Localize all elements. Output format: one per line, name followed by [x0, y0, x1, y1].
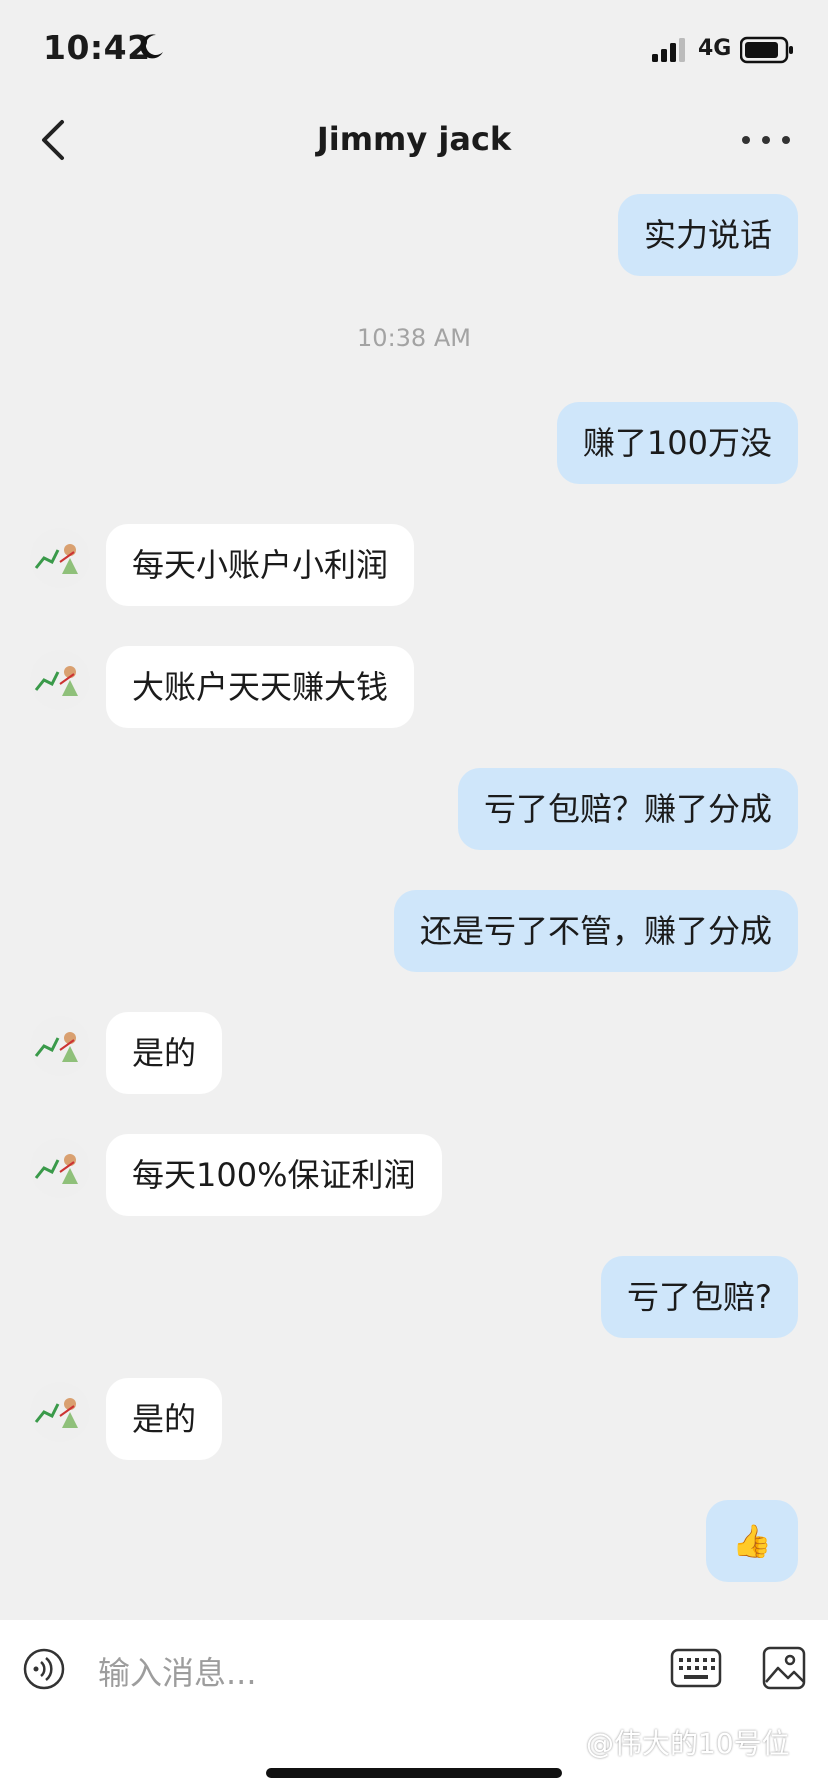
- avatar[interactable]: [30, 1138, 90, 1198]
- home-indicator: [266, 1768, 562, 1778]
- voice-icon[interactable]: [22, 1647, 66, 1691]
- message-input-bar: 输入消息... @伟大的10号位: [0, 1620, 828, 1792]
- watermark: @伟大的10号位: [586, 1727, 790, 1760]
- message-list[interactable]: 实力说话 10:38 AM 赚了100万没 每天小账户小利润 大账户天天赚大钱 …: [0, 180, 828, 1620]
- incoming-message-bubble[interactable]: 是的: [106, 1012, 223, 1094]
- network-type: 4G: [698, 36, 732, 61]
- status-time: 10:42: [43, 28, 151, 67]
- more-dots-icon[interactable]: [740, 128, 792, 152]
- message-input[interactable]: 输入消息...: [98, 1648, 257, 1694]
- outgoing-message-bubble[interactable]: 亏了包赔？赚了分成: [457, 768, 798, 850]
- outgoing-message-bubble[interactable]: 亏了包赔?: [601, 1256, 798, 1338]
- incoming-message-bubble[interactable]: 是的: [106, 1378, 223, 1460]
- message-timestamp: 10:38 AM: [357, 324, 471, 352]
- moon-icon: [140, 34, 163, 59]
- chat-title: Jimmy jack: [316, 120, 512, 158]
- image-icon[interactable]: [762, 1646, 806, 1690]
- signal-icon: [652, 38, 685, 62]
- outgoing-message-bubble[interactable]: 实力说话: [617, 194, 798, 276]
- battery-icon: [740, 36, 793, 64]
- keyboard-icon[interactable]: [670, 1648, 722, 1688]
- outgoing-message-bubble[interactable]: 还是亏了不管，赚了分成: [393, 890, 798, 972]
- chat-header: Jimmy jack: [0, 100, 828, 180]
- incoming-message-bubble[interactable]: 大账户天天赚大钱: [106, 646, 415, 728]
- outgoing-message-bubble[interactable]: 赚了100万没: [556, 402, 798, 484]
- outgoing-message-bubble[interactable]: 👍: [706, 1500, 798, 1582]
- status-bar: 10:42 4G: [0, 0, 828, 100]
- avatar[interactable]: [30, 528, 90, 588]
- incoming-message-bubble[interactable]: 每天100%保证利润: [106, 1134, 442, 1216]
- avatar[interactable]: [30, 1382, 90, 1442]
- incoming-message-bubble[interactable]: 每天小账户小利润: [106, 524, 415, 606]
- avatar[interactable]: [30, 650, 90, 710]
- avatar[interactable]: [30, 1016, 90, 1076]
